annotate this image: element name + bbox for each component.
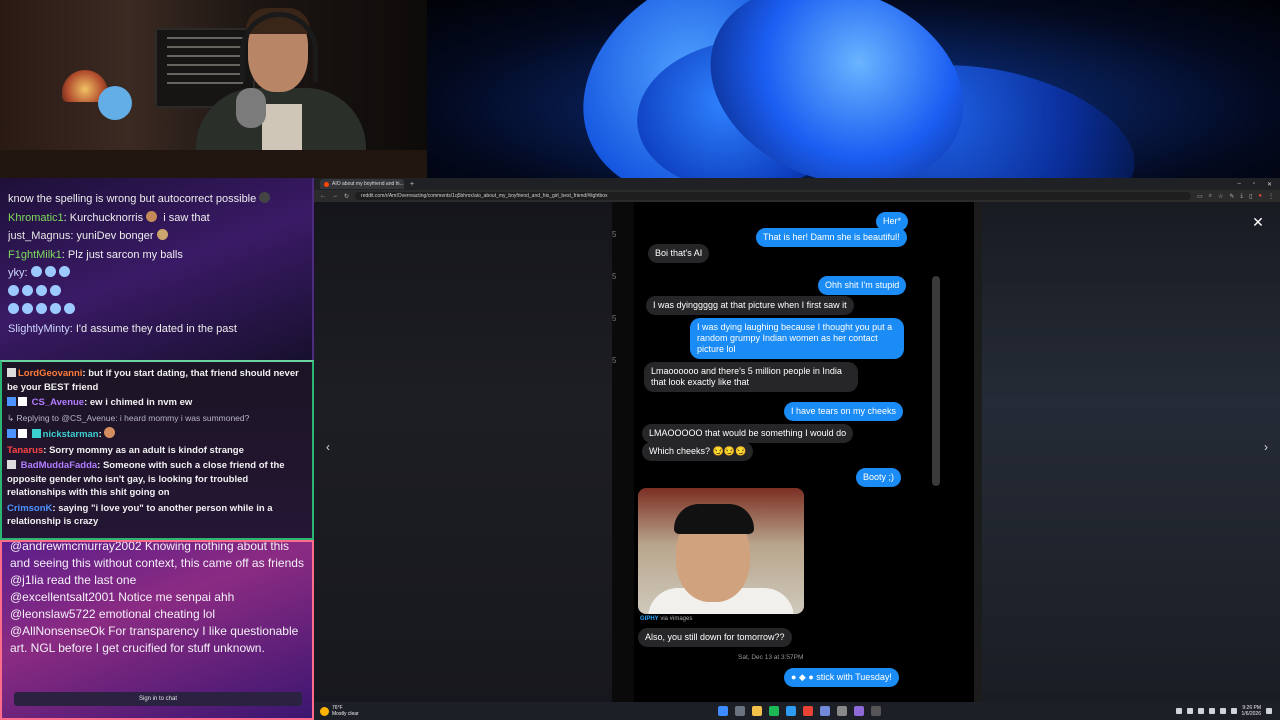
settings-icon[interactable]: [837, 706, 847, 716]
chat-panel-bottom: @andrewmcmurray2002 Knowing nothing abou…: [0, 540, 314, 720]
edge-icon[interactable]: [786, 706, 796, 716]
app-icon[interactable]: [854, 706, 864, 716]
minimize-icon[interactable]: –: [1237, 181, 1240, 188]
weather-widget[interactable]: 76°F Mostly clear: [314, 705, 514, 717]
tab-bar: AIO about my boyfriend and hi... × + – ▫…: [314, 178, 1280, 190]
message-bubble-sent: I was dying laughing because I thought y…: [690, 318, 904, 359]
chat-message: Khromatic1: Kurchucknorris i saw that: [8, 210, 210, 224]
giphy-attribution: GIPHY via #images: [640, 616, 693, 622]
notification-icon[interactable]: [1266, 708, 1272, 714]
system-tray: 9:26 PM 1/6/2026: [1175, 705, 1280, 717]
close-icon[interactable]: ✕: [1248, 212, 1268, 232]
chat-message: SlightlyMinty: I'd assume they dated in …: [8, 322, 237, 335]
tray-icon[interactable]: [1175, 708, 1182, 714]
chat-message: CS_Avenue: ew i chimed in nvm ew: [7, 396, 307, 410]
plush-toy: [98, 86, 132, 120]
chrome-icon[interactable]: [803, 706, 813, 716]
scrollbar: [932, 276, 940, 486]
window-controls: – ▫ ✕: [1237, 181, 1280, 188]
message-bubble-sent: Booty ;): [856, 468, 902, 487]
image-lightbox: ✕ ‹ › 5555 Her* That is her! Damn she is…: [314, 202, 1280, 702]
url-field[interactable]: reddit.com/r/AmIOverreacting/comments/1q…: [355, 192, 1191, 200]
chat-message: BadMuddaFadda: Someone with such a close…: [7, 460, 285, 498]
star-icon[interactable]: ☆: [1218, 193, 1223, 200]
install-icon[interactable]: ▭: [1197, 193, 1203, 200]
message-bubble-sent: ● ◆ ● stick with Tuesday!: [784, 668, 899, 687]
chat-message: @AllNonsenseOk For transparency I like q…: [10, 624, 299, 655]
prev-image-icon[interactable]: ‹: [320, 440, 336, 456]
reply-indicator: ↳ Replying to @CS_Avenue: i heard mommy …: [7, 412, 250, 423]
sign-in-to-chat-button[interactable]: Sign in to chat: [14, 692, 302, 706]
conversation-screenshot: 5555 Her* That is her! Damn she is beaut…: [612, 202, 982, 702]
chat-message: know the spelling is wrong but autocorre…: [8, 190, 306, 209]
task-view-icon[interactable]: [735, 706, 745, 716]
volume-icon[interactable]: [1230, 708, 1237, 714]
chat-emote-row: [8, 283, 306, 302]
browser-window: AIO about my boyfriend and hi... × + – ▫…: [314, 178, 1280, 702]
menu-icon[interactable]: ⋮: [1268, 193, 1274, 200]
lightbox-backdrop-left: [314, 202, 612, 702]
new-tab-button[interactable]: +: [410, 181, 414, 188]
reddit-icon: [324, 181, 329, 187]
reload-icon[interactable]: ↻: [344, 193, 349, 200]
taskbar: 76°F Mostly clear 9:26 PM 1/6/2026: [314, 702, 1280, 720]
headphones: [240, 12, 318, 82]
browser-tab[interactable]: AIO about my boyfriend and hi... ×: [320, 179, 404, 189]
address-bar: ← → ↻ reddit.com/r/AmIOverreacting/comme…: [314, 190, 1280, 202]
message-bubble-received: Also, you still down for tomorrow??: [638, 628, 792, 647]
zoom-icon[interactable]: ⌕: [1209, 193, 1212, 200]
message-bubble-received: Lmaoooooo and there's 5 million people i…: [644, 362, 858, 392]
chat-panel-mid: LordGeovanni: but if you start dating, t…: [0, 360, 314, 540]
microphone: [236, 88, 266, 128]
extension-icon[interactable]: ✎: [1229, 193, 1234, 200]
weather-icon: [320, 706, 329, 716]
message-bubble-received: Which cheeks? 😏😏😏: [642, 442, 754, 461]
close-window-icon[interactable]: ✕: [1267, 181, 1272, 188]
message-bubble-sent: That is her! Damn she is beautiful!: [756, 228, 907, 247]
giphy-image: [638, 488, 804, 614]
chat-message: @andrewmcmurray2002 Knowing nothing abou…: [10, 540, 304, 570]
chat-message: just_Magnus: yuniDev bonger: [8, 227, 306, 246]
typing-dots-icon: ● ◆ ●: [791, 672, 817, 682]
tray-icon[interactable]: [1208, 708, 1215, 714]
next-image-icon[interactable]: ›: [1258, 440, 1274, 456]
wifi-icon[interactable]: [1219, 708, 1226, 714]
tray-icon[interactable]: [1197, 708, 1204, 714]
browser-toolbar: ▭ ⌕ ☆ ✎ ⤓ ▯ ● ⋮: [1197, 193, 1274, 200]
discord-icon[interactable]: [820, 706, 830, 716]
sidebar-icon[interactable]: ▯: [1249, 193, 1252, 200]
chat-message: Tanarus: Sorry mommy as an adult is kind…: [7, 444, 244, 456]
file-explorer-icon[interactable]: [752, 706, 762, 716]
chat-panel-top: know the spelling is wrong but autocorre…: [0, 178, 314, 360]
spotify-icon[interactable]: [769, 706, 779, 716]
message-bubble-sent: Ohh shit I'm stupid: [818, 276, 907, 295]
chat-message: @leonslaw5722 emotional cheating lol: [10, 607, 215, 621]
message-bubble-received: I was dyinggggg at that picture when I f…: [646, 296, 854, 315]
app-icon[interactable]: [871, 706, 881, 716]
message-timestamp: Sat, Dec 13 at 3:57PM: [738, 654, 804, 661]
chat-message: nickstarman:: [7, 427, 307, 442]
chat-message: F1ghtMilk1: Plz just sarcon my balls: [8, 248, 183, 261]
chat-emote-row: [8, 301, 306, 320]
chat-message: LordGeovanni: but if you start dating, t…: [7, 368, 299, 393]
downloads-icon[interactable]: ⤓: [1240, 193, 1243, 200]
back-icon[interactable]: ←: [320, 193, 326, 199]
chat-message: yky:: [8, 264, 306, 283]
profile-icon[interactable]: ●: [1258, 193, 1262, 200]
webcam-overlay: [0, 0, 427, 178]
forward-icon[interactable]: →: [332, 193, 338, 199]
message-bubble-sent: I have tears on my cheeks: [784, 402, 904, 421]
chat-message: CrimsonK: saying "i love you" to another…: [7, 502, 273, 528]
lightbox-backdrop-right: [982, 202, 1280, 702]
taskbar-apps: [718, 706, 881, 716]
desktop-wallpaper: [427, 0, 1280, 178]
tray-icon[interactable]: [1186, 708, 1193, 714]
chat-message: @excellentsalt2001 Notice me senpai ahh: [10, 590, 235, 604]
clock[interactable]: 9:26 PM 1/6/2026: [1242, 705, 1261, 717]
message-bubble-received: LMAOOOOO that would be something I would…: [642, 424, 854, 443]
maximize-icon[interactable]: ▫: [1253, 181, 1255, 188]
chat-message: @j1lia read the last one: [10, 573, 137, 587]
message-bubble-received: Boi that's AI: [648, 244, 710, 263]
start-icon[interactable]: [718, 706, 728, 716]
